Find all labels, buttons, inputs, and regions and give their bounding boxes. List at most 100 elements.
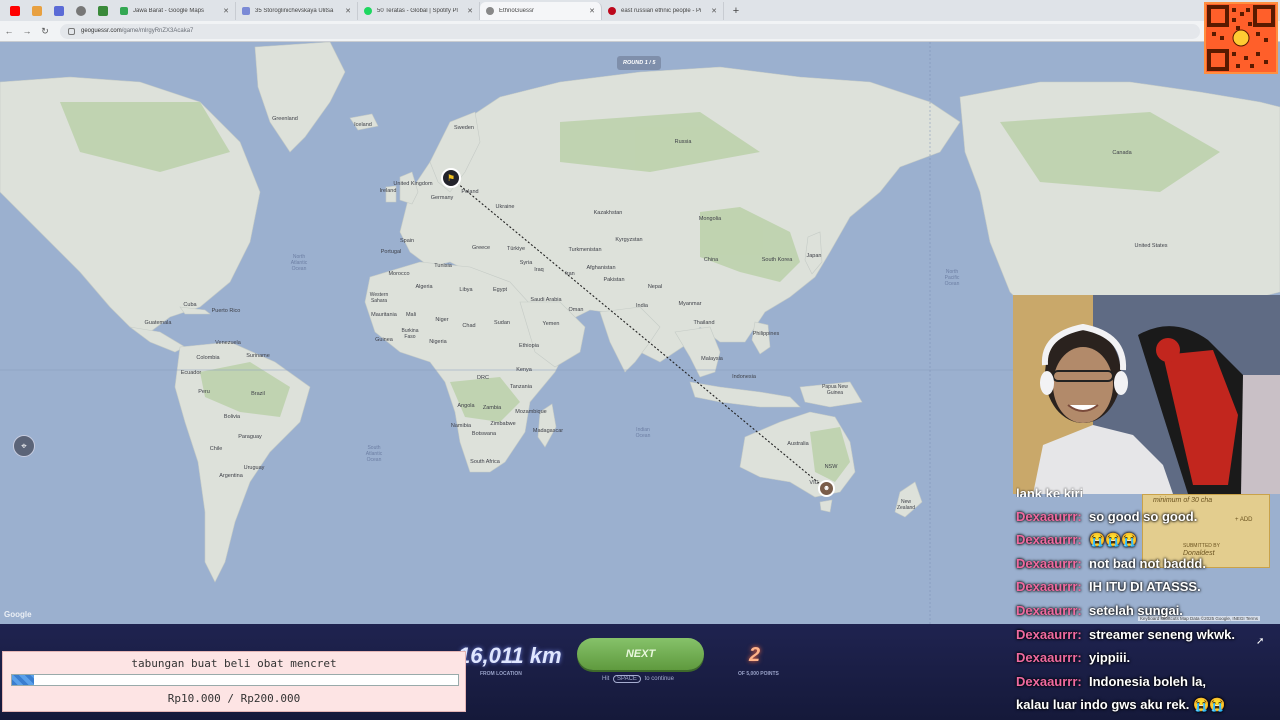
map-label: Tunisia (434, 263, 452, 269)
tab-spotify[interactable]: 50 Teratas - Global | Spotify Pl ✕ (358, 1, 480, 20)
map-label: United States (1134, 243, 1168, 249)
map-label: Guatemala (144, 320, 172, 326)
distance-value: 16,011 km (458, 643, 562, 668)
space-key-badge: SPACE (613, 675, 641, 683)
chat-message: Dexaaurrr: IH ITU DI ATASSS. (1016, 579, 1201, 594)
reload-icon[interactable]: ↻ (36, 26, 54, 37)
savings-progress-bar (11, 674, 459, 686)
tab-pinterest[interactable]: east russian ethnic people - Pi ✕ (602, 1, 724, 20)
map-label: Zimbabwe (490, 421, 516, 427)
chat-message: Dexaaurrr: streamer seneng wkwk. (1016, 627, 1235, 642)
map-label: Portugal (380, 249, 402, 255)
map-label: Chile (209, 446, 223, 452)
map-label: Türkiye (506, 246, 526, 252)
savings-progress-fill (12, 675, 35, 685)
map-label: Kazakhstan (593, 210, 623, 216)
map-label: Cuba (183, 302, 197, 308)
tab-google-maps[interactable]: Jawa Barat - Google Maps ✕ (114, 1, 236, 20)
guess-flag-marker[interactable]: ⚑ (441, 168, 461, 188)
map-label: Iceland (354, 122, 372, 128)
map-label: Sudan (494, 320, 510, 326)
map-label: NSW (824, 464, 838, 470)
map-label: Oman (568, 307, 584, 313)
map-label: Spain (399, 238, 415, 244)
continue-hint: Hit SPACE to continue (602, 675, 674, 683)
map-label: Kyrgyzstan (615, 237, 643, 243)
new-tab-button[interactable]: + (728, 3, 744, 19)
close-icon[interactable]: ✕ (345, 7, 351, 15)
map-label: Mozambique (515, 409, 547, 415)
map-label: Canada (1112, 150, 1132, 156)
chat-message: Dexaaurrr: yippiii. (1016, 650, 1131, 665)
map-label: Australia (787, 441, 809, 447)
map-label: Puerto Rico (211, 308, 241, 314)
forward-icon[interactable]: → (18, 26, 36, 36)
map-label: Chad (462, 323, 476, 329)
map-label: Guinea (375, 337, 393, 343)
map-label: Venezuela (215, 340, 241, 346)
map-label: Botswana (471, 431, 497, 437)
map-label: Pakistan (603, 277, 625, 283)
pinned-tab-speaker[interactable] (70, 0, 92, 21)
tab-favicon-icon (242, 6, 250, 15)
map-label: Nepal (647, 284, 663, 290)
map-label: Algeria (415, 284, 433, 290)
url-field[interactable]: geoguessr.com/game/mlrgyRnZX3Acaka7 (60, 23, 1200, 39)
map-label: VIC (809, 480, 819, 486)
map-label: Argentina (219, 473, 243, 479)
map-label: Philippines (752, 331, 780, 337)
map-label: Syria (519, 260, 533, 266)
map-label: Namibia (450, 423, 472, 429)
map-label: Mali (405, 312, 417, 318)
qr-code (1204, 2, 1278, 74)
ethnic-person-marker[interactable]: ☻ (818, 480, 835, 497)
next-button[interactable]: NEXT (577, 638, 704, 670)
pinned-tab-3[interactable] (48, 0, 70, 21)
score-value: 2 (749, 644, 761, 666)
tab-ethnoguessr[interactable]: EthnoGuessr ✕ (480, 1, 602, 20)
map-label: Iraq (534, 267, 544, 273)
map-label: Sweden (454, 125, 474, 131)
map-label: India (636, 303, 648, 309)
ocean-label: North Pacific Ocean (944, 269, 960, 287)
savings-goal-widget: tabungan buat beli obat mencret Rp10.000… (2, 651, 466, 712)
map-label: Ireland (379, 188, 397, 194)
chat-overlay: lank ke kiri Dexaaurrr: so good so good.… (1008, 484, 1280, 720)
map-label: Mauritania (371, 312, 397, 318)
chat-message: Dexaaurrr: so good so good. (1016, 509, 1198, 524)
savings-title: tabungan buat beli obat mencret (131, 657, 337, 670)
close-icon[interactable]: ✕ (589, 7, 595, 15)
pinned-tab-5[interactable] (92, 0, 114, 21)
map-label: Egypt (492, 287, 508, 293)
tab-street[interactable]: 35 Storoglinichevskaya Ulitsa ✕ (236, 1, 358, 20)
globe-icon (486, 6, 494, 15)
chat-message-partial: lank ke kiri (1016, 486, 1084, 497)
map-label: Nigeria (429, 339, 447, 345)
score-caption: OF 5,000 POINTS (738, 671, 779, 677)
close-icon[interactable]: ✕ (711, 7, 717, 15)
pinned-tab-youtube[interactable] (4, 0, 26, 21)
ocean-label: Indian Ocean (635, 427, 651, 439)
map-label: Niger (435, 317, 449, 323)
site-info-icon[interactable] (68, 27, 75, 35)
screen: Jawa Barat - Google Maps ✕ 35 Storoglinic… (0, 0, 1280, 720)
close-icon[interactable]: ✕ (467, 7, 473, 15)
location-pin-icon[interactable]: ⌖ (13, 435, 35, 457)
pinned-tab-2[interactable] (26, 0, 48, 21)
map-label: Ukraine (495, 204, 515, 210)
map-label: Suriname (246, 353, 270, 359)
webcam-overlay (1013, 295, 1280, 494)
chat-message: Dexaaurrr: not bad not baddd. (1016, 556, 1206, 571)
savings-amount: Rp10.000 / Rp200.000 (167, 692, 301, 705)
round-indicator: ROUND 1 / 5 (617, 56, 662, 70)
map-label: United Kingdom (393, 181, 433, 187)
map-label: Thailand (693, 320, 715, 326)
map-label: Turkmenistan (568, 247, 602, 253)
back-icon[interactable]: ← (0, 26, 18, 36)
map-label: Peru (198, 389, 210, 395)
close-icon[interactable]: ✕ (223, 7, 229, 15)
pinterest-icon (608, 6, 616, 15)
browser-tab-bar: Jawa Barat - Google Maps ✕ 35 Storoglinic… (0, 0, 1280, 21)
map-label: Bolivia (223, 414, 241, 420)
maps-icon (120, 6, 128, 15)
